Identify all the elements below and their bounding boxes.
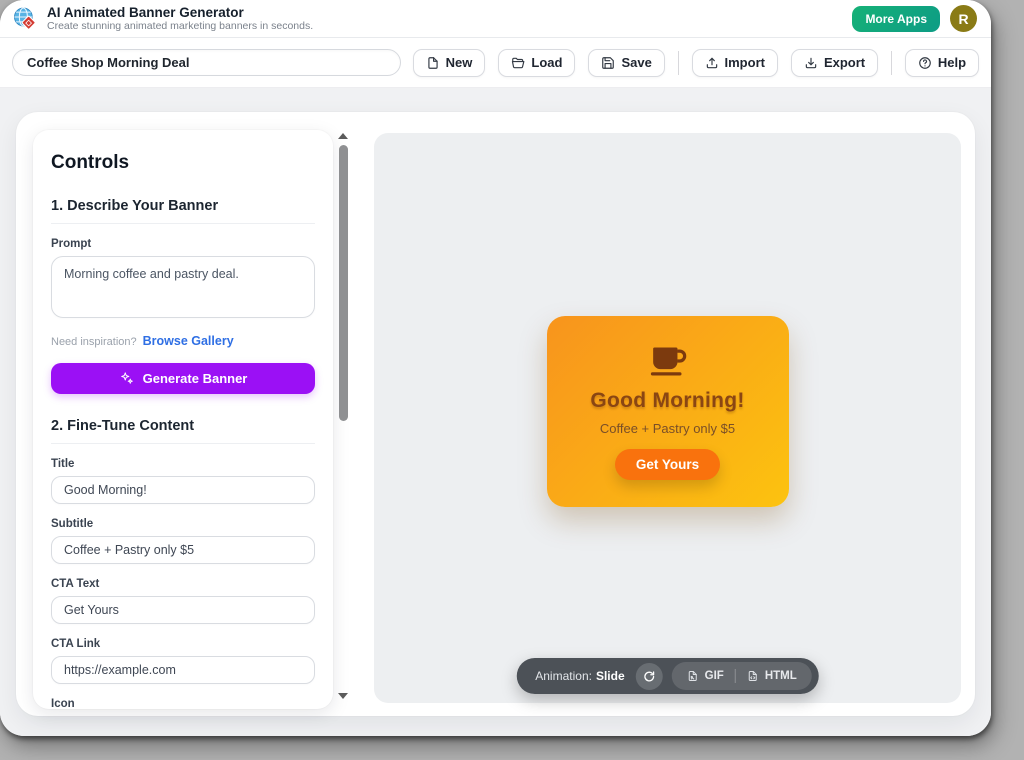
banner-card: Good Morning! Coffee + Pastry only $5 Ge… <box>547 316 789 507</box>
app-title: AI Animated Banner Generator <box>47 5 313 21</box>
new-button[interactable]: New <box>413 49 486 77</box>
save-button-label: Save <box>621 55 651 70</box>
toolbar-separator <box>678 51 679 75</box>
banner-title: Good Morning! <box>590 389 744 413</box>
animation-bar: Animation: Slide GIF HTML <box>516 658 819 694</box>
help-button[interactable]: Help <box>905 49 979 77</box>
folder-open-icon <box>511 56 525 70</box>
import-button-label: Import <box>725 55 765 70</box>
gif-file-icon <box>687 670 699 682</box>
export-html-button[interactable]: HTML <box>736 662 808 690</box>
scrollbar-thumb[interactable] <box>339 145 348 421</box>
new-file-icon <box>426 56 440 70</box>
section-fine-tune-title: 2. Fine-Tune Content <box>51 418 315 444</box>
export-html-label: HTML <box>765 670 797 682</box>
toolbar-separator <box>891 51 892 75</box>
export-button-label: Export <box>824 55 865 70</box>
refresh-icon <box>643 670 656 683</box>
help-question-icon <box>918 56 932 70</box>
prompt-label: Prompt <box>51 238 315 250</box>
generate-banner-label: Generate Banner <box>143 371 248 386</box>
cta-text-input[interactable] <box>51 596 315 624</box>
title-input[interactable] <box>51 476 315 504</box>
animation-value: Slide <box>596 669 625 683</box>
new-button-label: New <box>446 55 473 70</box>
controls-heading: Controls <box>51 152 315 174</box>
cta-link-input[interactable] <box>51 656 315 684</box>
subtitle-label: Subtitle <box>51 518 315 530</box>
section-describe-banner-title: 1. Describe Your Banner <box>51 198 315 224</box>
replay-animation-button[interactable] <box>636 663 663 690</box>
browse-gallery-link[interactable]: Browse Gallery <box>143 334 234 348</box>
project-name-input[interactable] <box>12 49 401 76</box>
generate-banner-button[interactable]: Generate Banner <box>51 363 315 394</box>
save-floppy-icon <box>601 56 615 70</box>
banner-cta-button[interactable]: Get Yours <box>615 449 720 480</box>
app-header: AI Animated Banner Generator Create stun… <box>0 0 991 38</box>
app-titles: AI Animated Banner Generator Create stun… <box>47 5 313 33</box>
animation-label: Animation: <box>535 669 592 683</box>
avatar[interactable]: R <box>950 5 977 32</box>
app-window: AI Animated Banner Generator Create stun… <box>0 0 991 736</box>
main-area: Controls 1. Describe Your Banner Prompt … <box>0 88 991 736</box>
help-button-label: Help <box>938 55 966 70</box>
more-apps-button[interactable]: More Apps <box>852 6 940 32</box>
export-gif-button[interactable]: GIF <box>676 662 735 690</box>
export-gif-label: GIF <box>705 670 724 682</box>
cta-text-label: CTA Text <box>51 578 315 590</box>
scrollbar-down-arrow-icon[interactable] <box>338 693 348 699</box>
scrollbar-track[interactable] <box>339 143 348 689</box>
icon-label: Icon <box>51 698 315 709</box>
load-button-label: Load <box>531 55 562 70</box>
sparkles-icon <box>119 371 134 386</box>
export-button[interactable]: Export <box>791 49 878 77</box>
app-logo-icon <box>12 6 38 32</box>
subtitle-input[interactable] <box>51 536 315 564</box>
app-subtitle: Create stunning animated marketing banne… <box>47 20 313 32</box>
scrollbar-up-arrow-icon[interactable] <box>338 133 348 139</box>
html-file-icon <box>747 670 759 682</box>
coffee-cup-icon <box>646 343 690 379</box>
load-button[interactable]: Load <box>498 49 575 77</box>
controls-scrollbar[interactable] <box>336 130 350 702</box>
cta-link-label: CTA Link <box>51 638 315 650</box>
import-button[interactable]: Import <box>692 49 778 77</box>
import-upload-icon <box>705 56 719 70</box>
export-format-group: GIF HTML <box>672 662 812 690</box>
banner-subtitle: Coffee + Pastry only $5 <box>600 421 735 436</box>
controls-panel: Controls 1. Describe Your Banner Prompt … <box>33 130 333 709</box>
prompt-textarea[interactable]: Morning coffee and pastry deal. <box>51 256 315 318</box>
banner-preview-area: Good Morning! Coffee + Pastry only $5 Ge… <box>374 133 961 703</box>
title-label: Title <box>51 458 315 470</box>
workspace-card: Controls 1. Describe Your Banner Prompt … <box>16 112 975 716</box>
inspiration-text: Need inspiration? <box>51 336 137 348</box>
inspiration-row: Need inspiration? Browse Gallery <box>51 334 315 348</box>
export-download-icon <box>804 56 818 70</box>
save-button[interactable]: Save <box>588 49 664 77</box>
toolbar: New Load Save Import Export Help <box>0 38 991 88</box>
